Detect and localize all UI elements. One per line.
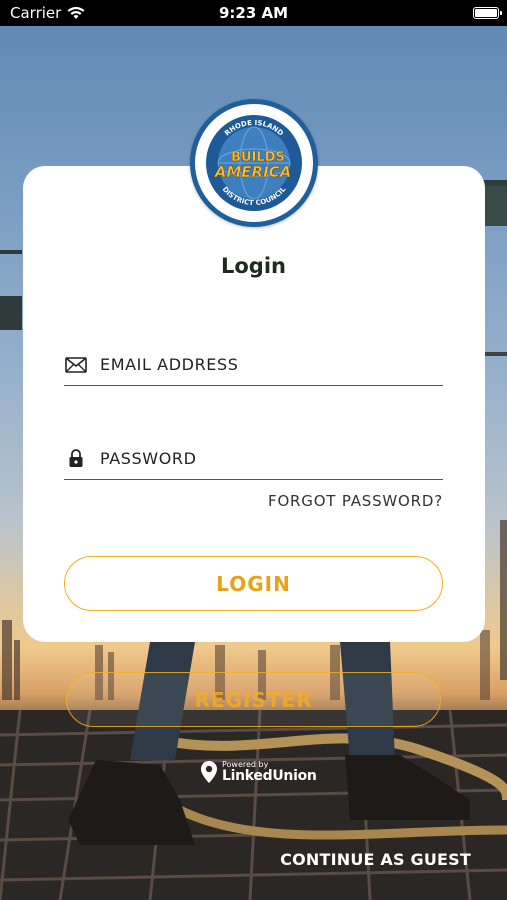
login-button[interactable]: LOGIN xyxy=(64,556,443,611)
continue-as-guest-link[interactable]: CONTINUE AS GUEST xyxy=(280,850,471,869)
forgot-password-link[interactable]: FORGOT PASSWORD? xyxy=(268,492,443,510)
wifi-icon xyxy=(67,6,85,19)
rhode-island-builds-america-logo: RHODE ISLAND DISTRICT COUNCIL BUILDS AME… xyxy=(200,109,308,217)
register-button[interactable]: REGISTER xyxy=(66,672,441,727)
lock-icon xyxy=(64,447,88,469)
battery-icon xyxy=(473,7,502,19)
password-field[interactable] xyxy=(64,437,443,480)
email-input[interactable] xyxy=(100,355,430,374)
status-bar: Carrier 9:23 AM xyxy=(0,0,507,26)
email-field[interactable] xyxy=(64,344,443,386)
carrier-label: Carrier xyxy=(10,4,62,22)
location-pin-icon xyxy=(201,761,217,783)
login-title: Login xyxy=(221,254,286,278)
powered-by-brand: LinkedUnion xyxy=(222,768,317,784)
password-input[interactable] xyxy=(100,448,430,468)
powered-by-badge: Powered by LinkedUnion xyxy=(200,758,317,786)
union-logo: RHODE ISLAND DISTRICT COUNCIL BUILDS AME… xyxy=(190,99,318,227)
envelope-icon xyxy=(64,354,88,376)
svg-text:AMERICA: AMERICA xyxy=(214,163,292,181)
